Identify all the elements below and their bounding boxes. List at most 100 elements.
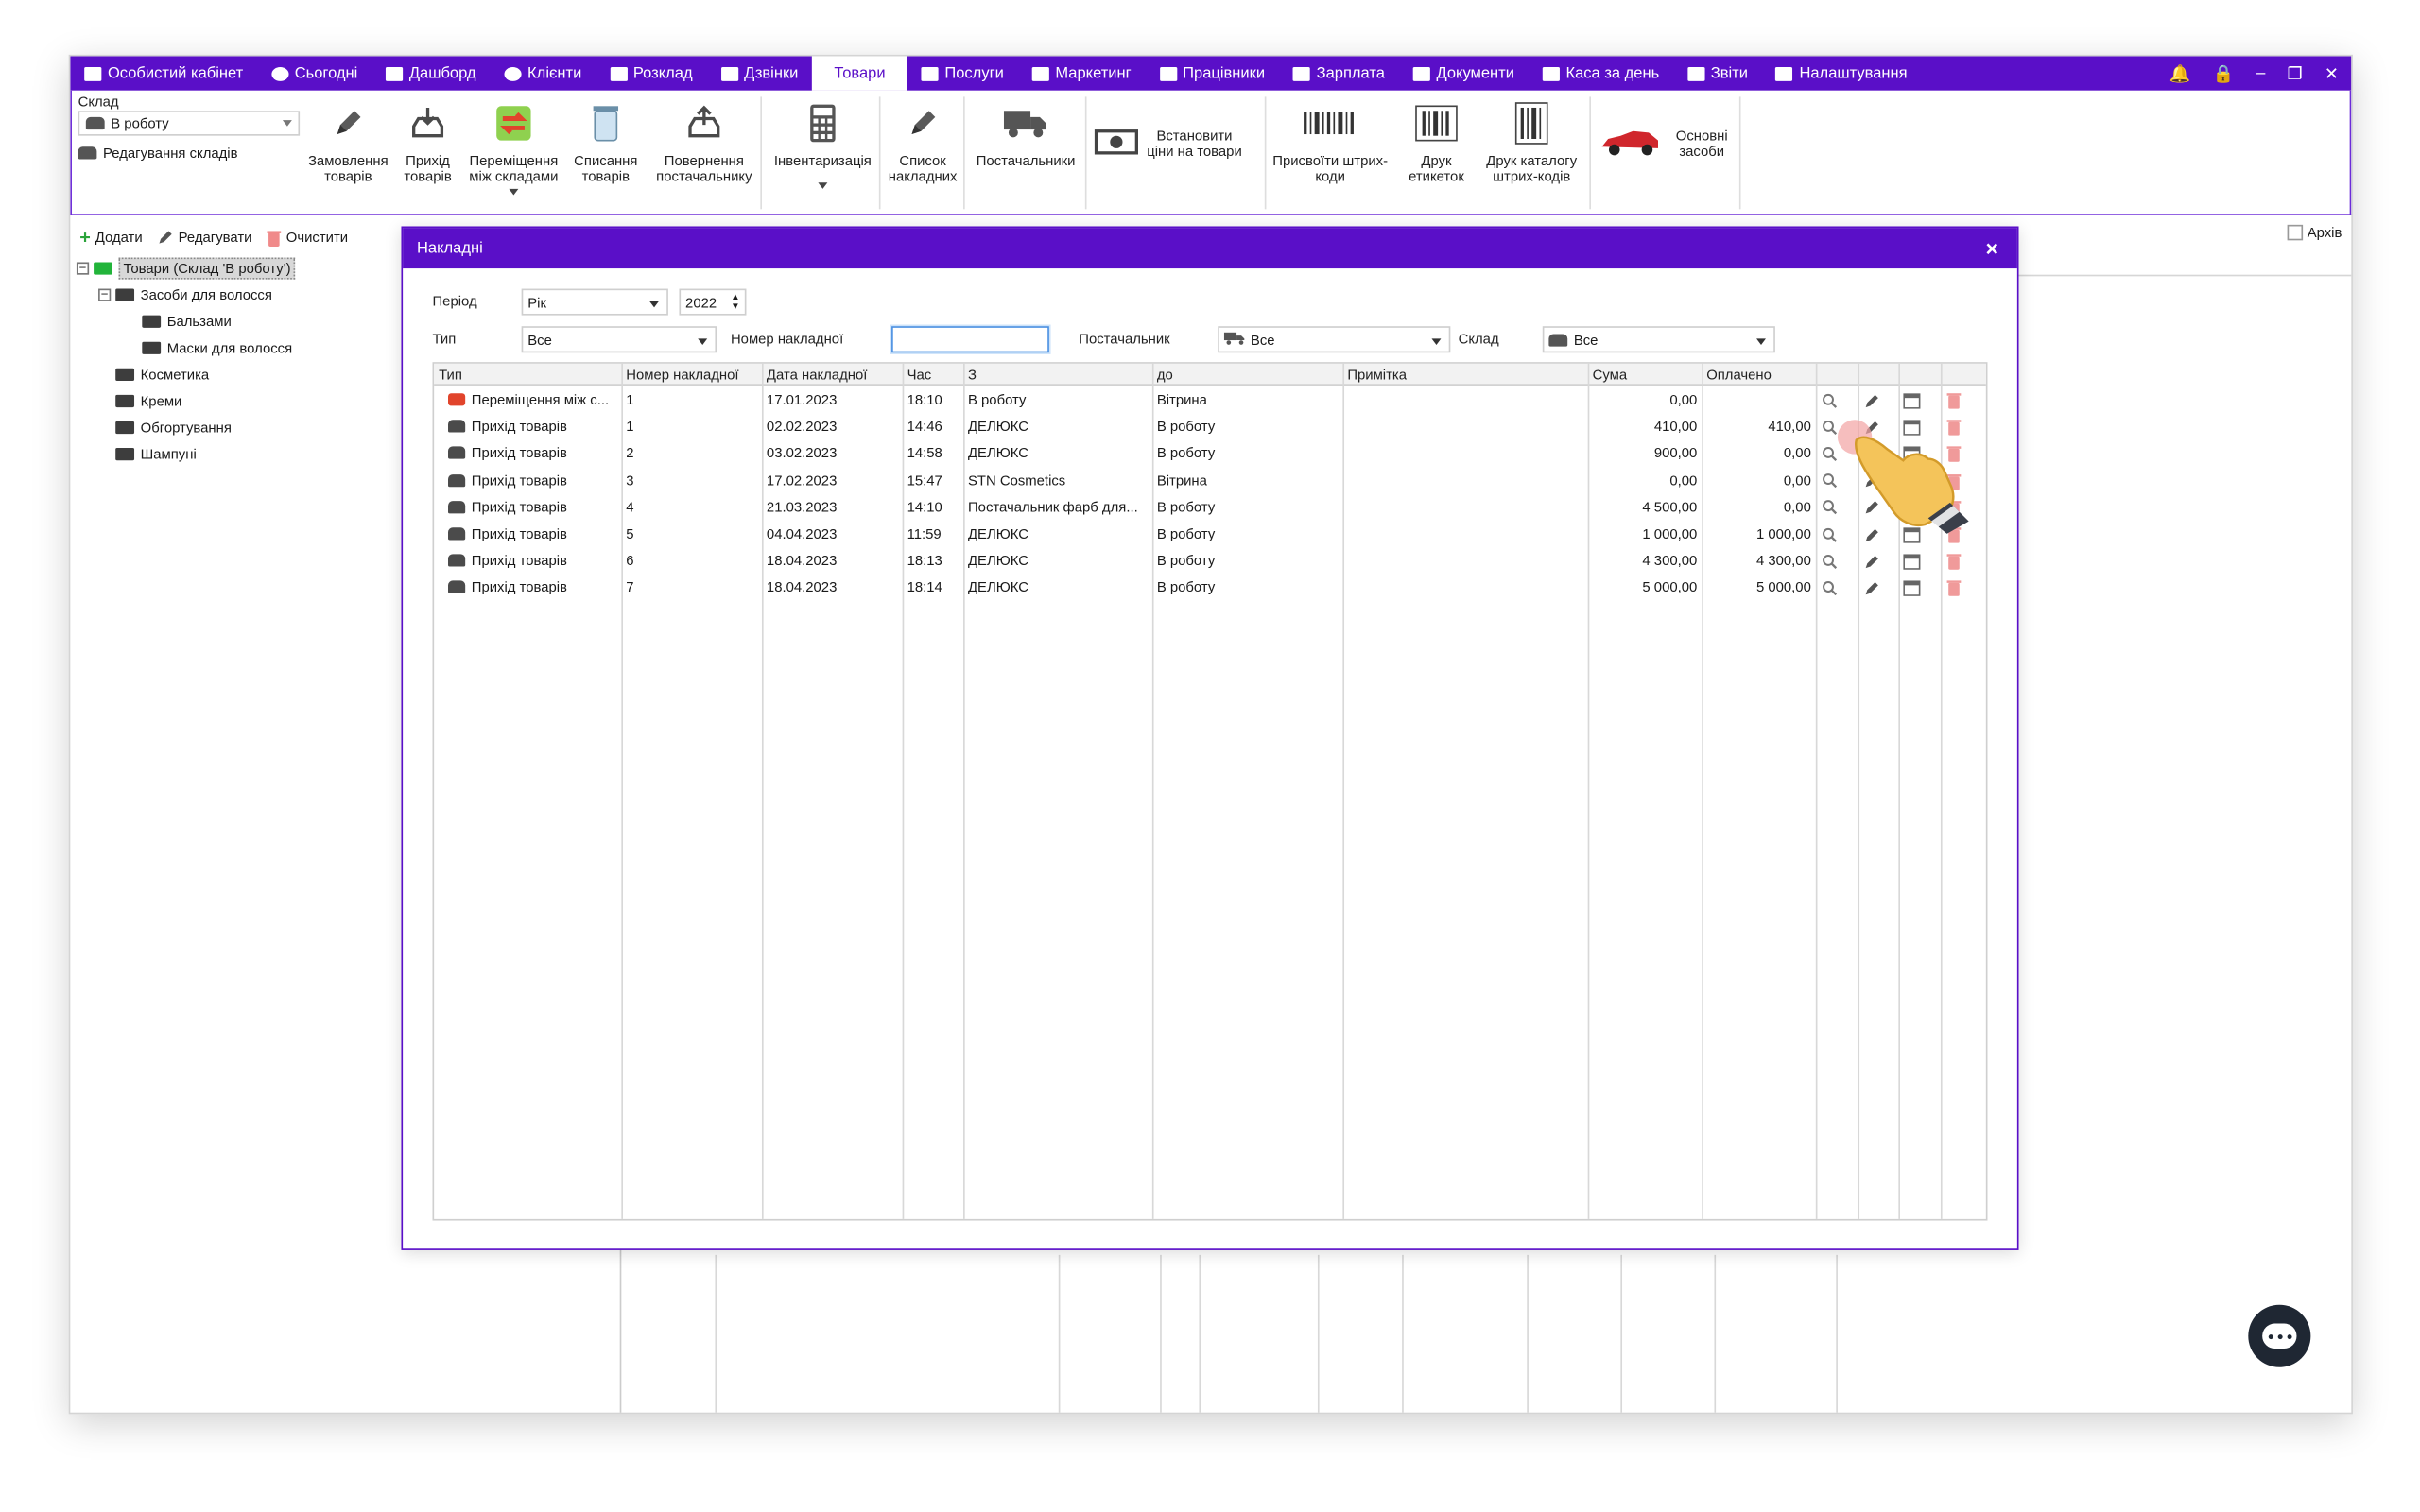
cell-sum: 4 500,00 (1642, 499, 1698, 515)
edit-icon[interactable] (1862, 579, 1879, 596)
column-header[interactable]: Сума (1588, 364, 1703, 386)
menu-item-7[interactable]: Послуги (908, 56, 1018, 90)
table-row[interactable]: Прихід товарів 5 04.04.2023 11:59 ДЕЛЮКС В ро… (434, 522, 1986, 548)
clear-button[interactable]: Очистити (267, 229, 349, 247)
cell-type-label: Прихід товарів (471, 418, 567, 435)
tree-root[interactable]: − Товари (Склад 'В роботу') (74, 254, 386, 281)
tree-item[interactable]: Креми (74, 387, 386, 414)
edit-icon[interactable] (1862, 553, 1879, 570)
cell-type: Прихід товарів (434, 468, 621, 494)
chevron-down-icon (282, 120, 292, 127)
menu-item-9[interactable]: Працівники (1146, 56, 1279, 90)
menu-item-10[interactable]: Зарплата (1279, 56, 1399, 90)
print-icon[interactable] (1903, 392, 1921, 409)
archive-checkbox[interactable]: Архів (2287, 224, 2342, 241)
menu-item-4[interactable]: Розклад (596, 56, 706, 90)
table-row[interactable]: Прихід товарів 3 17.02.2023 15:47 STN Cosmet… (434, 468, 1986, 494)
set-prices-button[interactable]: Встановити ціни на товари (1094, 125, 1263, 163)
tree-item[interactable]: Обгортування (74, 414, 386, 440)
supplier-select[interactable]: Все (1218, 326, 1451, 353)
delete-icon[interactable] (1945, 553, 1962, 571)
chat-button[interactable] (2248, 1304, 2311, 1367)
lock-icon[interactable]: 🔒 (2212, 63, 2234, 84)
menu-item-14[interactable]: Налаштування (1762, 56, 1922, 90)
close-icon[interactable]: × (1986, 235, 1999, 260)
edit-warehouses-button[interactable]: Редагування складів (78, 146, 301, 161)
column-header[interactable]: Номер накладної (621, 364, 762, 386)
print-barcode-catalog-button[interactable]: Друк каталогу штрих-кодів (1477, 96, 1586, 184)
menu-item-6[interactable]: Товари (812, 56, 908, 91)
inventory-button[interactable]: Інвентаризація (769, 96, 878, 189)
table-row[interactable]: Прихід товарів 6 18.04.2023 18:13 ДЕЛЮКС В ро… (434, 548, 1986, 575)
print-icon[interactable] (1903, 579, 1921, 596)
view-icon[interactable] (1821, 392, 1838, 409)
assign-barcodes-button[interactable]: Присвоїти штрих-коди (1268, 96, 1392, 184)
tree-item[interactable]: − Засоби для волосся (74, 281, 386, 307)
column-header[interactable]: Час (903, 364, 963, 386)
bell-icon[interactable]: 🔔 (2169, 63, 2191, 84)
print-labels-button[interactable]: Друк етикеток (1399, 96, 1474, 184)
menu-item-13[interactable]: Звіти (1673, 56, 1762, 90)
type-select[interactable]: Все (521, 326, 717, 353)
column-header[interactable]: до (1152, 364, 1342, 386)
menu-item-2[interactable]: Дашборд (372, 56, 490, 90)
column-header[interactable]: Оплачено (1702, 364, 1816, 386)
suppliers-button[interactable]: Постачальники (968, 96, 1083, 168)
cell-note (1342, 548, 1587, 575)
tree-item[interactable]: Бальзами (74, 307, 386, 334)
menu-item-11[interactable]: Документи (1399, 56, 1529, 90)
folder-icon (94, 261, 112, 274)
column-header[interactable]: З (963, 364, 1152, 386)
warehouse-select[interactable]: В роботу (78, 111, 301, 136)
table-row[interactable]: Прихід товарів 4 21.03.2023 14:10 Постачальн… (434, 494, 1986, 521)
menu-item-8[interactable]: Маркетинг (1018, 56, 1146, 90)
move-between-warehouses-button[interactable]: Переміщення між складами (464, 96, 564, 196)
return-to-supplier-button[interactable]: Повернення постачальнику (649, 96, 759, 184)
menu-item-5[interactable]: Дзвінки (706, 56, 812, 90)
collapse-icon[interactable]: − (76, 261, 90, 274)
order-goods-button[interactable]: Замовлення товарів (306, 96, 390, 184)
delete-icon[interactable] (1945, 579, 1962, 597)
fixed-assets-button[interactable]: Основні засоби (1599, 122, 1739, 165)
year-stepper[interactable]: 2022 ▲ ▼ (679, 288, 747, 316)
spinner-arrows-icon[interactable]: ▲ ▼ (731, 294, 740, 313)
close-icon[interactable]: ✕ (2325, 63, 2339, 84)
minimize-icon[interactable]: – (2256, 64, 2265, 83)
writeoff-goods-button[interactable]: Списання товарів (567, 96, 646, 184)
menu-item-0[interactable]: Особистий кабінет (70, 56, 257, 90)
add-button[interactable]: + Додати (79, 226, 142, 248)
table-row[interactable]: Прихід товарів 1 02.02.2023 14:46 ДЕЛЮКС В ро… (434, 414, 1986, 440)
column-header[interactable]: Дата накладної (762, 364, 903, 386)
receipt-goods-label: Прихід товарів (404, 152, 452, 184)
tree-item[interactable]: Косметика (74, 361, 386, 387)
calendar-icon (610, 66, 628, 81)
edit-icon[interactable] (1862, 392, 1879, 409)
column-header[interactable]: Тип (434, 364, 621, 386)
clear-label: Очистити (285, 229, 349, 246)
view-icon[interactable] (1821, 579, 1838, 596)
tree-item[interactable]: Шампуні (74, 440, 386, 467)
invoice-number-input[interactable] (891, 326, 1049, 353)
receipt-goods-button[interactable]: Прихід товарів (393, 96, 462, 184)
cell-from: ДЕЛЮКС (967, 418, 1028, 435)
invoice-list-button[interactable]: Список накладних (884, 96, 962, 184)
tree-item[interactable]: Маски для волосся (74, 334, 386, 360)
restore-icon[interactable]: ❐ (2287, 63, 2302, 84)
cell-number: 2 (626, 445, 634, 461)
period-select[interactable]: Рік (521, 288, 668, 316)
table-row[interactable]: Прихід товарів 7 18.04.2023 18:14 ДЕЛЮКС В ро… (434, 575, 1986, 601)
table-row[interactable]: Прихід товарів 2 03.02.2023 14:58 ДЕЛЮКС В ро… (434, 440, 1986, 467)
return-to-supplier-label: Повернення постачальнику (656, 152, 752, 184)
table-row[interactable]: Переміщення між с... 1 17.01.2023 18:10 В ро… (434, 387, 1986, 414)
checkbox-box (2287, 224, 2303, 241)
menu-item-12[interactable]: Каса за день (1529, 56, 1673, 90)
warehouse-filter-select[interactable]: Все (1542, 326, 1775, 353)
view-icon[interactable] (1821, 553, 1838, 570)
print-icon[interactable] (1903, 553, 1921, 570)
menu-item-1[interactable]: Сьогодні (257, 56, 372, 90)
column-header[interactable]: Примітка (1342, 364, 1587, 386)
edit-button[interactable]: Редагувати (158, 230, 251, 245)
collapse-icon[interactable]: − (98, 287, 112, 301)
menu-item-3[interactable]: Клієнти (490, 56, 596, 90)
delete-icon[interactable] (1945, 392, 1962, 409)
